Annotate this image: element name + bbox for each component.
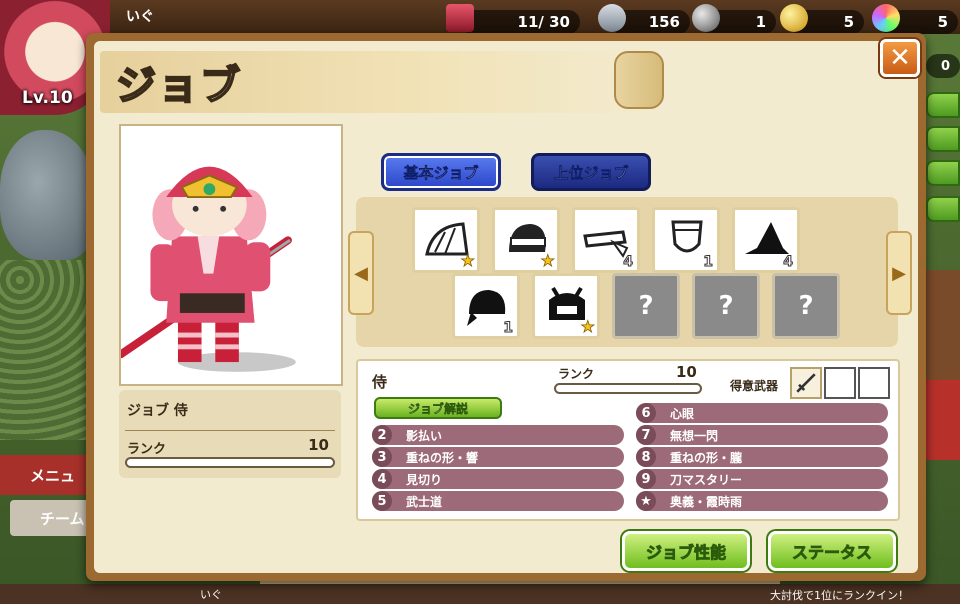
- player-level: Lv.10: [22, 88, 73, 108]
- job-slot-bucket-hat[interactable]: 1: [652, 207, 720, 273]
- job-slot-fan[interactable]: ★: [412, 207, 480, 273]
- job-performance-button[interactable]: ジョブ性能: [622, 531, 750, 571]
- skill-number: 3: [372, 447, 392, 467]
- skill-rank-value: 10: [676, 363, 697, 381]
- side-button-4[interactable]: [926, 196, 960, 222]
- arrow-right-icon[interactable]: ▶: [886, 231, 912, 315]
- job-slot-bandana[interactable]: 1: [452, 273, 520, 339]
- slot-count: 4: [623, 254, 634, 271]
- slot-count: 1: [703, 254, 714, 271]
- background-rock: [0, 130, 95, 260]
- bottom-player-name: いぐ: [200, 588, 222, 601]
- skill-number: 4: [372, 469, 392, 489]
- title-scroll-end: [614, 51, 664, 109]
- skill-panel: 侍 ランク 10 得意武器 ジョブ解説 2 影払い 3 重ねの形・響 4 見切り…: [356, 359, 900, 521]
- news-ticker: 大討伐で1位にランクイン！: [770, 589, 909, 602]
- weapon-slot-katana[interactable]: [790, 367, 822, 399]
- skill-number-star-icon: ★: [636, 491, 656, 511]
- rainbow-orb-icon: [872, 4, 900, 32]
- job-slot-locked[interactable]: ?: [612, 273, 680, 339]
- job-info-rank-value: 10: [308, 436, 329, 454]
- weapon-slot-empty[interactable]: [858, 367, 890, 399]
- side-button-1[interactable]: [926, 92, 960, 118]
- slot-count: 1: [503, 320, 514, 337]
- skill-number: 2: [372, 425, 392, 445]
- skill-item[interactable]: ★ 奥義・霞時雨: [636, 491, 888, 511]
- skill-item[interactable]: 6 心眼: [636, 403, 888, 423]
- skill-name: 無想一閃: [670, 428, 719, 443]
- background-flowers: [0, 260, 95, 440]
- skill-item[interactable]: 9 刀マスタリー: [636, 469, 888, 489]
- character-portrait: [119, 124, 343, 386]
- close-icon[interactable]: ✕: [880, 39, 920, 77]
- skill-name: 武士道: [406, 494, 443, 509]
- gold-orb-icon: [780, 4, 808, 32]
- slot-star-icon: ★: [540, 251, 555, 271]
- background-red-roof: [920, 380, 960, 460]
- job-slot-headband[interactable]: 4: [572, 207, 640, 273]
- weapon-slot-empty[interactable]: [824, 367, 856, 399]
- katana-icon: [796, 373, 816, 393]
- skill-rank-label: ランク: [558, 367, 595, 381]
- samurai-character-image: [121, 166, 296, 372]
- stamina-icon: [446, 4, 474, 32]
- team-button[interactable]: チーム: [10, 500, 90, 536]
- side-button-3[interactable]: [926, 160, 960, 186]
- job-dialog-body: ジョブ ジョブ 侍 ランク 10 基本ジョブ 上位ジョブ ◀ ▶ ★ ★ 4 1…: [94, 41, 918, 573]
- stamina-counter: 11/ 30: [460, 10, 580, 34]
- skill-item[interactable]: 5 武士道: [372, 491, 624, 511]
- job-slot-locked[interactable]: ?: [772, 273, 840, 339]
- slot-count: 4: [783, 254, 794, 271]
- grey-orb-icon: [692, 4, 720, 32]
- job-slot-locked[interactable]: ?: [692, 273, 760, 339]
- skill-rank-bar: [554, 383, 702, 394]
- slot-star-icon: ★: [460, 251, 475, 271]
- player-name: いぐ: [126, 9, 154, 25]
- skill-item[interactable]: 8 重ねの形・朧: [636, 447, 888, 467]
- job-slot-samurai-helmet[interactable]: ★: [532, 273, 600, 339]
- status-button[interactable]: ステータス: [768, 531, 896, 571]
- skill-name: 影払い: [406, 428, 443, 443]
- tab-basic-job[interactable]: 基本ジョブ: [381, 153, 501, 191]
- skill-item[interactable]: 2 影払い: [372, 425, 624, 445]
- side-button-2[interactable]: [926, 126, 960, 152]
- job-slot-helmet[interactable]: ★: [492, 207, 560, 273]
- skill-name: 刀マスタリー: [670, 472, 743, 487]
- job-info-rank-label: ランク: [127, 442, 167, 457]
- skill-name: 重ねの形・朧: [670, 450, 743, 465]
- job-dialog: ジョブ ジョブ 侍 ランク 10 基本ジョブ 上位ジョブ ◀ ▶ ★ ★ 4 1…: [86, 33, 926, 581]
- extra-counter: 0: [926, 54, 960, 78]
- skill-item[interactable]: 4 見切り: [372, 469, 624, 489]
- skill-number: 7: [636, 425, 656, 445]
- skill-name: 奥義・霞時雨: [670, 494, 743, 509]
- skill-name: 見切り: [406, 472, 443, 487]
- skill-number: 8: [636, 447, 656, 467]
- job-explain-button[interactable]: ジョブ解説: [374, 397, 502, 419]
- slot-star-icon: ★: [580, 317, 595, 337]
- skill-item[interactable]: 3 重ねの形・響: [372, 447, 624, 467]
- crystal-icon: [598, 4, 626, 32]
- skill-number: 9: [636, 469, 656, 489]
- job-slot-witch-hat[interactable]: 4: [732, 207, 800, 273]
- job-info-divider: [125, 430, 335, 431]
- arrow-left-icon[interactable]: ◀: [348, 231, 374, 315]
- skill-item[interactable]: 7 無想一閃: [636, 425, 888, 445]
- weapon-label: 得意武器: [730, 379, 779, 393]
- tab-advanced-job[interactable]: 上位ジョブ: [531, 153, 651, 191]
- dialog-title: ジョブ: [115, 62, 242, 110]
- skill-number: 6: [636, 403, 656, 423]
- job-info-box: ジョブ 侍 ランク 10: [119, 390, 341, 478]
- job-info-title: ジョブ 侍: [127, 403, 188, 419]
- skill-number: 5: [372, 491, 392, 511]
- skill-name: 心眼: [670, 406, 695, 421]
- menu-button[interactable]: メニュ: [0, 455, 90, 495]
- selected-job-name: 侍: [372, 373, 388, 391]
- skill-name: 重ねの形・響: [406, 450, 479, 465]
- job-info-rank-bar: [125, 457, 335, 468]
